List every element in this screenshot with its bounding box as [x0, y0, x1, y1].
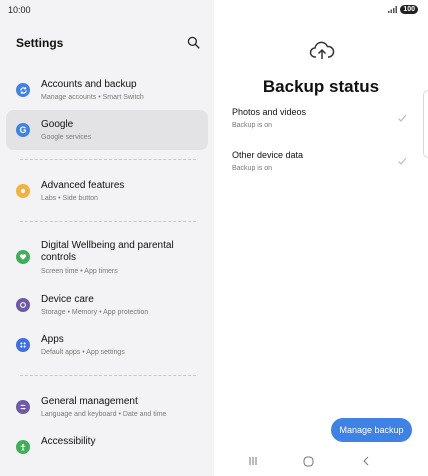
settings-item-subtitle: Labs • Side button [41, 195, 98, 202]
cloud-upload-icon [309, 41, 335, 59]
battery-indicator: 100 [400, 5, 418, 14]
settings-item-digital-wellbeing[interactable]: Digital Wellbeing and parental controls … [6, 235, 208, 279]
settings-item-google[interactable]: G Google Google services [6, 110, 208, 150]
star-icon [16, 184, 30, 198]
settings-item-title: Google [41, 119, 74, 130]
settings-item-advanced-features[interactable]: Advanced features Labs • Side button [6, 171, 208, 211]
settings-item-title: Advanced features [41, 180, 125, 191]
accessibility-icon [16, 440, 30, 454]
settings-item-title: Apps [41, 334, 64, 345]
settings-item-title: Device care [41, 294, 94, 305]
backup-row-subtitle: Backup is on [232, 165, 273, 172]
backup-status-title: Backup status [262, 77, 380, 96]
divider [20, 159, 196, 160]
settings-item-subtitle: Manage accounts • Smart Switch [41, 94, 144, 101]
settings-pane: 10:00 Settings Accounts and backup Manag… [0, 0, 214, 476]
sliders-icon [16, 400, 30, 414]
status-indicators: 100 [388, 5, 418, 14]
settings-item-general-management[interactable]: General management Language and keyboard… [6, 387, 208, 427]
divider [20, 375, 196, 376]
device-care-icon [16, 298, 30, 312]
back-icon[interactable] [362, 456, 370, 466]
settings-item-subtitle: Screen time • App timers [41, 268, 118, 275]
settings-item-accessibility[interactable]: Accessibility [6, 427, 208, 467]
settings-title: Settings [16, 36, 64, 50]
settings-item-accounts-and-backup[interactable]: Accounts and backup Manage accounts • Sm… [6, 70, 208, 110]
settings-item-subtitle: Default apps • App settings [41, 349, 125, 356]
divider [20, 221, 196, 222]
settings-item-title: Accounts and backup [41, 79, 137, 90]
settings-item-title: General management [41, 396, 138, 407]
backup-row-title: Photos and videos [232, 107, 307, 117]
search-icon[interactable] [187, 36, 200, 49]
home-icon[interactable] [303, 456, 314, 467]
backup-row-subtitle: Backup is on [232, 122, 273, 129]
recents-icon[interactable] [248, 456, 258, 466]
settings-item-subtitle: Storage • Memory • App protection [41, 309, 149, 316]
google-icon: G [16, 123, 30, 137]
backup-row-title: Other device data [232, 150, 304, 160]
check-icon [398, 114, 407, 122]
settings-item-title: Digital Wellbeing and parental controls [41, 240, 174, 263]
check-icon [398, 157, 407, 165]
sync-icon [16, 83, 30, 97]
settings-item-title: Accessibility [41, 436, 96, 447]
settings-item-subtitle: Language and keyboard • Date and time [41, 411, 167, 418]
settings-item-device-care[interactable]: Device care Storage • Memory • App prote… [6, 285, 208, 325]
backup-status-pane: 100 Backup status Photos and videos Back… [214, 0, 428, 476]
signal-icon [388, 6, 398, 13]
apps-icon [16, 338, 30, 352]
settings-item-subtitle: Google services [41, 134, 92, 141]
status-time: 10:00 [8, 5, 31, 15]
heart-icon [16, 250, 30, 264]
settings-item-apps[interactable]: Apps Default apps • App settings [6, 325, 208, 365]
manage-backup-button[interactable]: Manage backup [331, 418, 412, 442]
edge-panel-handle[interactable] [423, 90, 428, 158]
